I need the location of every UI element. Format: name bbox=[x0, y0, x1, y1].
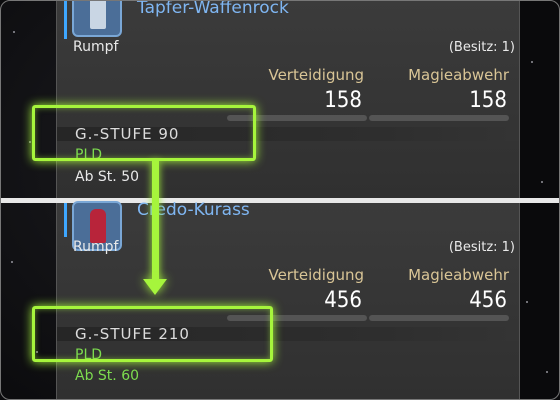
magic-defense-label: Magieabwehr bbox=[408, 66, 509, 84]
owned-count: (Besitz: 1) bbox=[448, 240, 515, 255]
required-level: Ab St. 60 bbox=[75, 368, 140, 384]
item-slot: Rumpf bbox=[73, 239, 119, 255]
item-level-highlight-bottom bbox=[32, 306, 273, 362]
item-slot: Rumpf bbox=[73, 39, 119, 55]
owned-count: (Besitz: 1) bbox=[448, 40, 515, 55]
magic-defense-value: 456 bbox=[469, 288, 507, 313]
magic-defense-bar bbox=[369, 115, 509, 121]
comparison-frame: Tapfer-Waffenrock Rumpf (Besitz: 1) Vert… bbox=[0, 0, 560, 400]
item-level-highlight-top bbox=[32, 105, 256, 161]
magic-defense-bar bbox=[369, 315, 509, 321]
item-panel-new[interactable]: Credo-Kurass Rumpf (Besitz: 1) Verteidig… bbox=[56, 200, 520, 399]
magic-defense-label: Magieabwehr bbox=[408, 266, 509, 284]
required-level: Ab St. 50 bbox=[75, 169, 140, 185]
selection-marker bbox=[64, 203, 67, 237]
defense-label: Verteidigung bbox=[268, 266, 364, 284]
arrow-down-icon bbox=[143, 279, 167, 295]
armor-icon bbox=[72, 1, 122, 37]
upgrade-arrow bbox=[152, 161, 159, 281]
item-panel-current[interactable]: Tapfer-Waffenrock Rumpf (Besitz: 1) Vert… bbox=[56, 1, 520, 198]
item-name: Tapfer-Waffenrock bbox=[137, 0, 289, 18]
defense-value: 158 bbox=[324, 88, 362, 113]
selection-marker bbox=[64, 1, 67, 39]
defense-label: Verteidigung bbox=[268, 66, 364, 84]
magic-defense-value: 158 bbox=[469, 88, 507, 113]
